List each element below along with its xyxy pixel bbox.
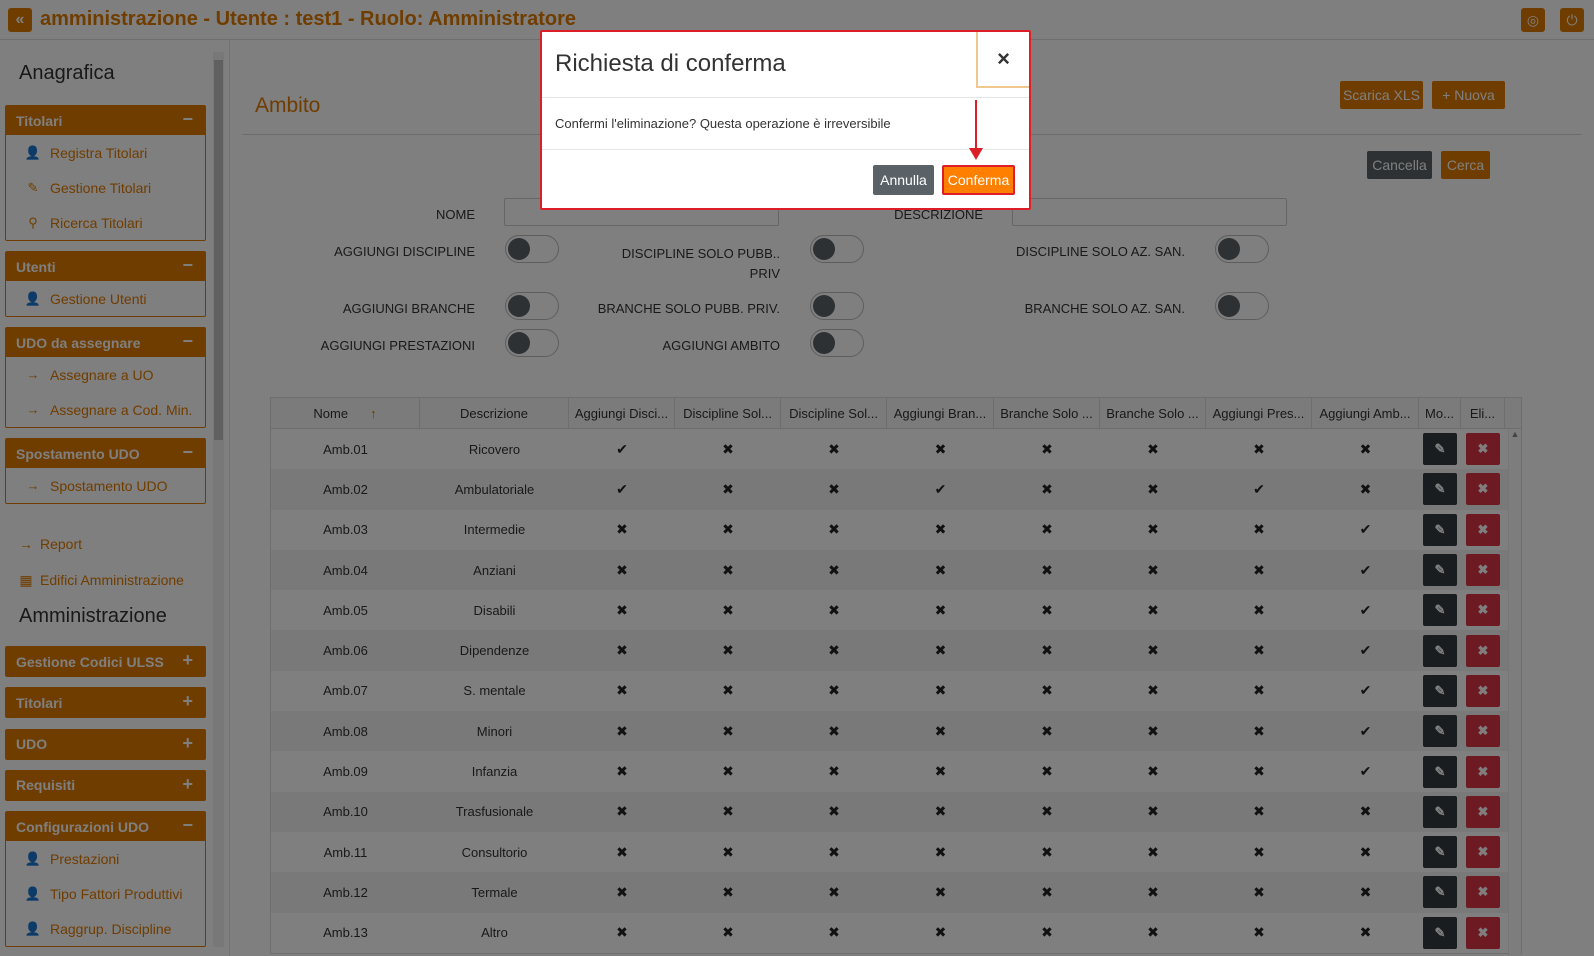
dialog-message: Confermi l'eliminazione? Questa operazio… bbox=[542, 98, 1029, 150]
annotation-arrow-line bbox=[975, 100, 977, 150]
confirm-button[interactable]: Conferma bbox=[942, 165, 1015, 195]
confirm-dialog: Richiesta di conferma × Confermi l'elimi… bbox=[540, 30, 1031, 210]
close-icon[interactable]: × bbox=[976, 32, 1029, 88]
annotation-arrow-head bbox=[969, 148, 983, 160]
cancel-button[interactable]: Annulla bbox=[873, 165, 934, 195]
dialog-title: Richiesta di conferma bbox=[555, 50, 786, 77]
dialog-header: Richiesta di conferma × bbox=[542, 32, 1029, 98]
